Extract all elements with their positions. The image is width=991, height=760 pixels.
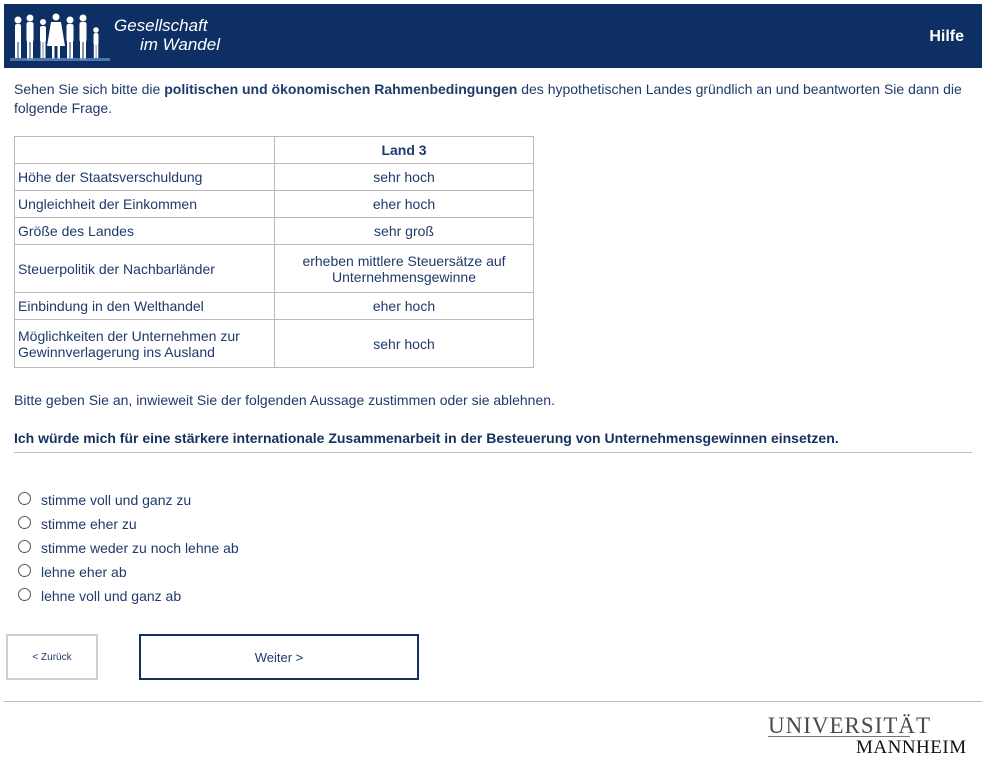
option-stimme-eher-zu[interactable]: stimme eher zu <box>18 512 239 536</box>
next-button[interactable]: Weiter > <box>139 634 419 680</box>
row-label: Einbindung in den Welthandel <box>14 292 275 320</box>
option-lehne-eher-ab[interactable]: lehne eher ab <box>18 560 239 584</box>
intro-before: Sehen Sie sich bitte die <box>14 81 165 97</box>
table-row: Ungleichheit der Einkommen eher hoch <box>14 190 534 218</box>
option-label: lehne eher ab <box>41 564 127 580</box>
option-stimme-voll-und-ganz-zu[interactable]: stimme voll und ganz zu <box>18 488 239 512</box>
row-label: Möglichkeiten der Unternehmen zur Gewinn… <box>14 319 275 368</box>
help-link[interactable]: Hilfe <box>929 28 964 46</box>
row-value: eher hoch <box>274 190 534 218</box>
option-label: stimme eher zu <box>41 516 137 532</box>
option-label: stimme voll und ganz zu <box>41 492 192 508</box>
logo-line-1: Gesellschaft <box>114 16 208 35</box>
radio-button[interactable] <box>18 587 31 601</box>
row-value: sehr hoch <box>274 319 534 368</box>
row-value: erheben mittlere Steuersätze auf Unterne… <box>274 244 534 293</box>
university-logo-line-2: MANNHEIM <box>856 737 967 758</box>
back-button[interactable]: < Zurück <box>6 634 98 680</box>
table-header-row: Land 3 <box>14 136 534 164</box>
table-row: Größe des Landes sehr groß <box>14 217 534 245</box>
option-weder-noch[interactable]: stimme weder zu noch lehne ab <box>18 536 239 560</box>
page-header: Gesellschaft im Wandel Hilfe <box>4 4 982 68</box>
radio-button[interactable] <box>18 515 31 529</box>
row-value: eher hoch <box>274 292 534 320</box>
row-label: Ungleichheit der Einkommen <box>14 190 275 218</box>
answer-options: stimme voll und ganz zu stimme eher zu s… <box>18 488 239 608</box>
intro-bold: politischen und ökonomischen Rahmenbedin… <box>164 81 518 97</box>
option-lehne-voll-und-ganz-ab[interactable]: lehne voll und ganz ab <box>18 584 239 608</box>
logo-rule <box>768 736 910 737</box>
university-logo: UNIVERSITÄT MANNHEIM <box>768 713 967 759</box>
question-statement: Ich würde mich für eine stärkere interna… <box>14 430 839 446</box>
row-value: sehr hoch <box>274 163 534 191</box>
intro-text: Sehen Sie sich bitte die politischen und… <box>14 80 974 118</box>
option-label: stimme weder zu noch lehne ab <box>41 540 239 556</box>
people-silhouettes-icon <box>10 13 110 61</box>
row-label: Steuerpolitik der Nachbarländer <box>14 244 275 293</box>
table-header-country: Land 3 <box>274 136 534 164</box>
divider <box>14 452 972 453</box>
table-header-label <box>14 136 275 164</box>
table-row: Einbindung in den Welthandel eher hoch <box>14 292 534 320</box>
row-label: Größe des Landes <box>14 217 275 245</box>
table-row: Höhe der Staatsverschuldung sehr hoch <box>14 163 534 191</box>
radio-button[interactable] <box>18 491 31 505</box>
university-logo-line-1: UNIVERSITÄT <box>768 713 932 738</box>
row-value: sehr groß <box>274 217 534 245</box>
row-label: Höhe der Staatsverschuldung <box>14 163 275 191</box>
site-logo-text: Gesellschaft im Wandel <box>114 16 220 54</box>
table-row: Steuerpolitik der Nachbarländer erheben … <box>14 244 534 293</box>
radio-button[interactable] <box>18 563 31 577</box>
logo-line-2: im Wandel <box>140 35 220 54</box>
option-label: lehne voll und ganz ab <box>41 588 182 604</box>
country-conditions-table: Land 3 Höhe der Staatsverschuldung sehr … <box>14 136 534 368</box>
radio-button[interactable] <box>18 539 31 553</box>
question-instruction: Bitte geben Sie an, inwieweit Sie der fo… <box>14 392 555 408</box>
table-row: Möglichkeiten der Unternehmen zur Gewinn… <box>14 319 534 368</box>
footer-divider <box>4 701 982 702</box>
